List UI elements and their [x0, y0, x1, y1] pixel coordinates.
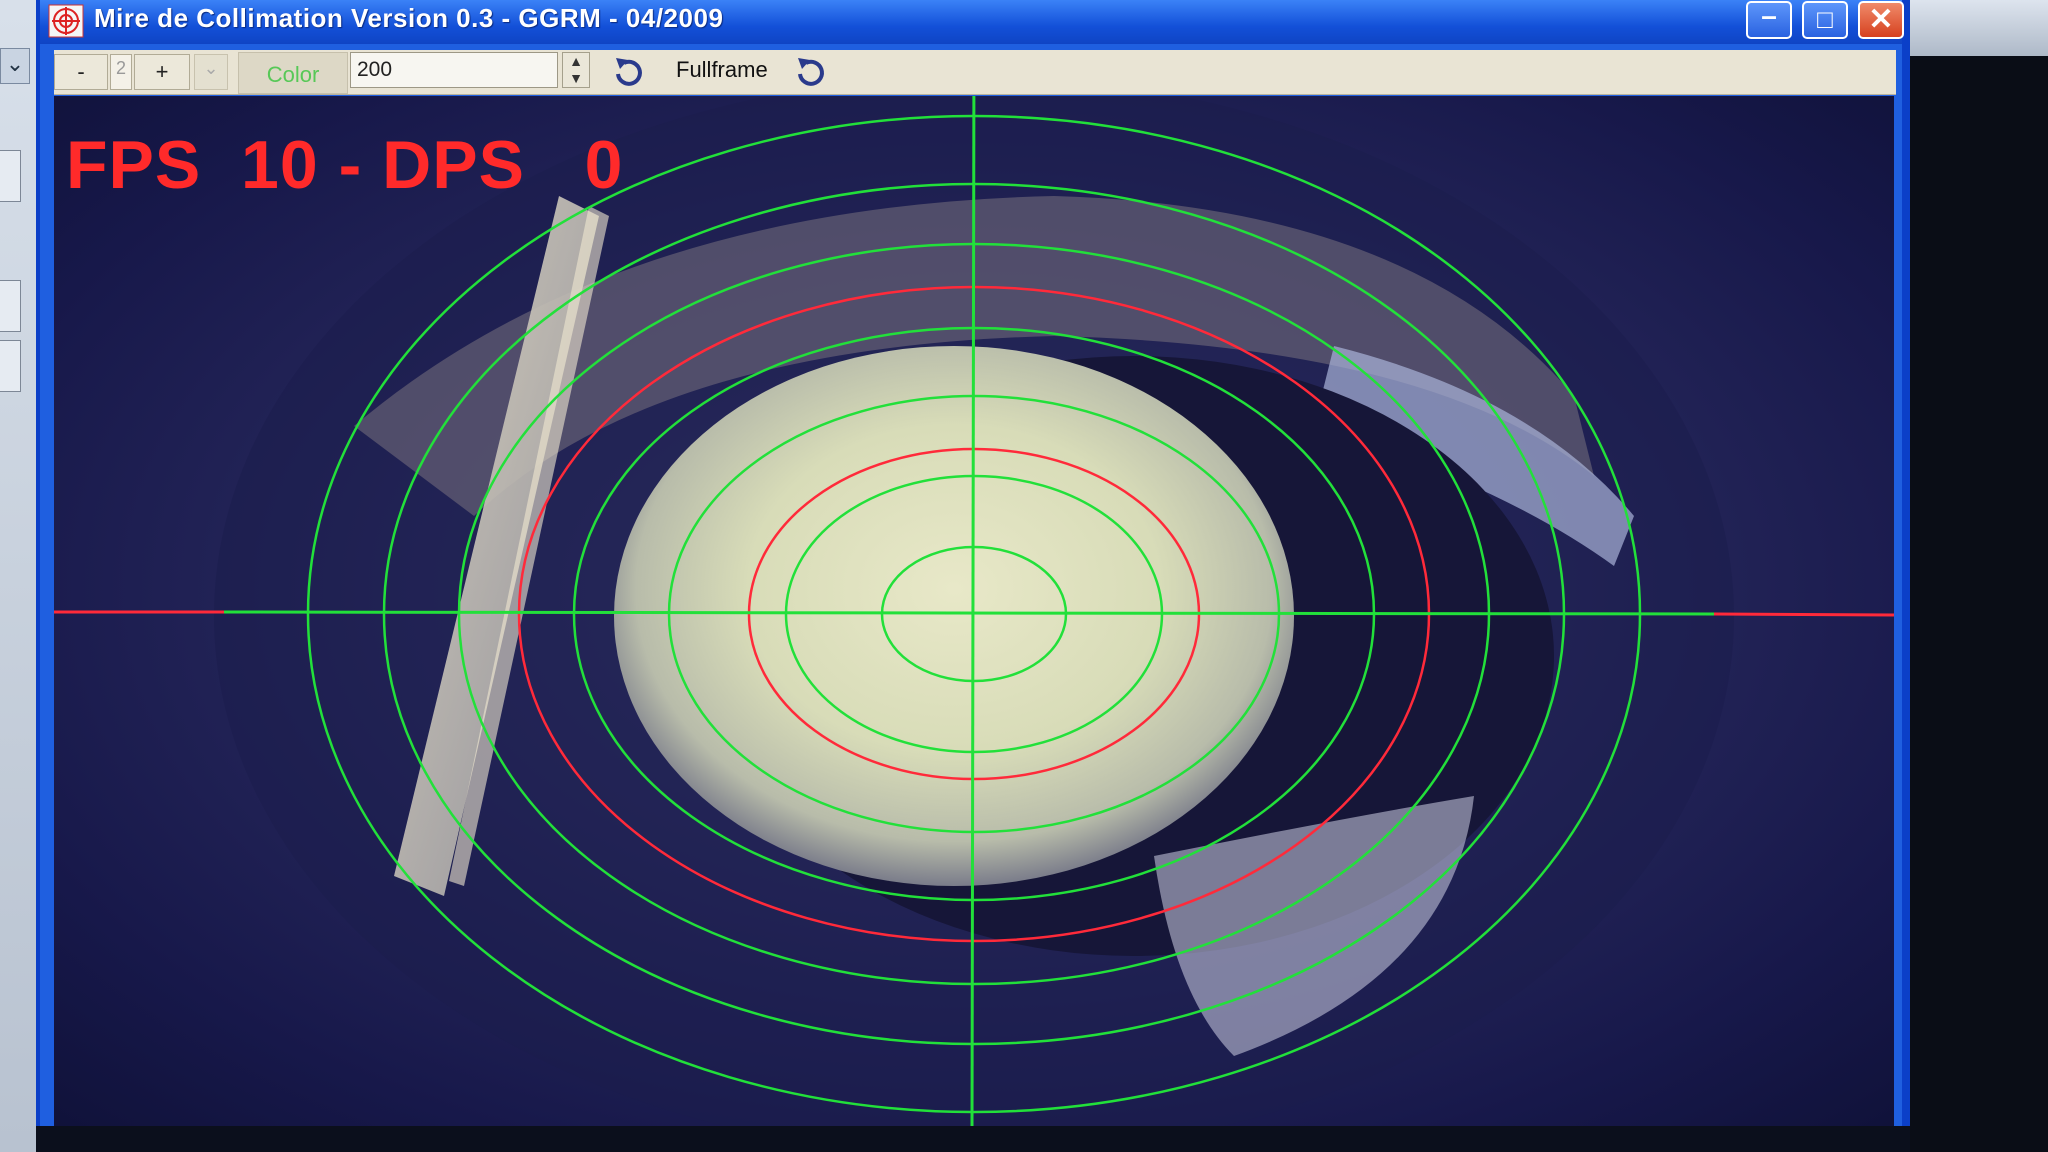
vertical-crosshair — [970, 96, 976, 1126]
step-field[interactable]: 2 — [110, 54, 132, 90]
fps-readout: FPS 10 - DPS 0 — [66, 127, 624, 203]
color-button[interactable]: Color — [238, 52, 348, 94]
value-spinner[interactable]: ▲ ▼ — [562, 52, 590, 88]
screen-bottom-edge — [36, 1126, 1910, 1152]
desktop-left-strip: ⌄ — [0, 0, 36, 1152]
desktop-widget — [0, 340, 21, 392]
minimize-icon: – — [1761, 0, 1777, 31]
title-bar[interactable]: Mire de Collimation Version 0.3 - GGRM -… — [40, 0, 1904, 44]
desktop-widget — [0, 150, 21, 202]
value-input[interactable] — [350, 52, 558, 88]
refresh-icon[interactable] — [792, 54, 830, 90]
target-icon — [48, 4, 84, 38]
mirror-reflection — [614, 346, 1294, 886]
horizontal-crosshair — [223, 610, 1715, 616]
window-title: Mire de Collimation Version 0.3 - GGRM -… — [94, 3, 724, 33]
close-button[interactable]: ✕ — [1858, 1, 1904, 39]
collimation-reticle — [54, 96, 1894, 1126]
desktop-right-panel — [1910, 0, 2048, 56]
maximize-icon: □ — [1817, 4, 1833, 34]
minimize-button[interactable]: – — [1746, 1, 1792, 39]
app-window: Mire de Collimation Version 0.3 - GGRM -… — [36, 0, 1910, 1152]
chevron-down-icon[interactable]: ⌄ — [194, 54, 228, 90]
spin-up-icon[interactable]: ▲ — [563, 53, 589, 70]
spin-down-icon[interactable]: ▼ — [563, 70, 589, 87]
desktop-widget — [0, 280, 21, 332]
increase-button[interactable]: + — [134, 54, 190, 90]
chevron-down-icon[interactable]: ⌄ — [0, 48, 30, 84]
desktop-right-area — [1910, 0, 2048, 1152]
horizontal-red-right — [1713, 612, 1894, 617]
toolbar: - 2 + ⌄ Color ▲ ▼ Fullframe — [54, 50, 1896, 95]
maximize-button[interactable]: □ — [1802, 1, 1848, 39]
video-viewport[interactable]: FPS 10 - DPS 0 — [54, 96, 1894, 1126]
close-icon: ✕ — [1868, 3, 1894, 36]
fullframe-toggle[interactable]: Fullframe — [676, 56, 768, 92]
refresh-icon[interactable] — [610, 54, 648, 90]
decrease-button[interactable]: - — [54, 54, 108, 90]
